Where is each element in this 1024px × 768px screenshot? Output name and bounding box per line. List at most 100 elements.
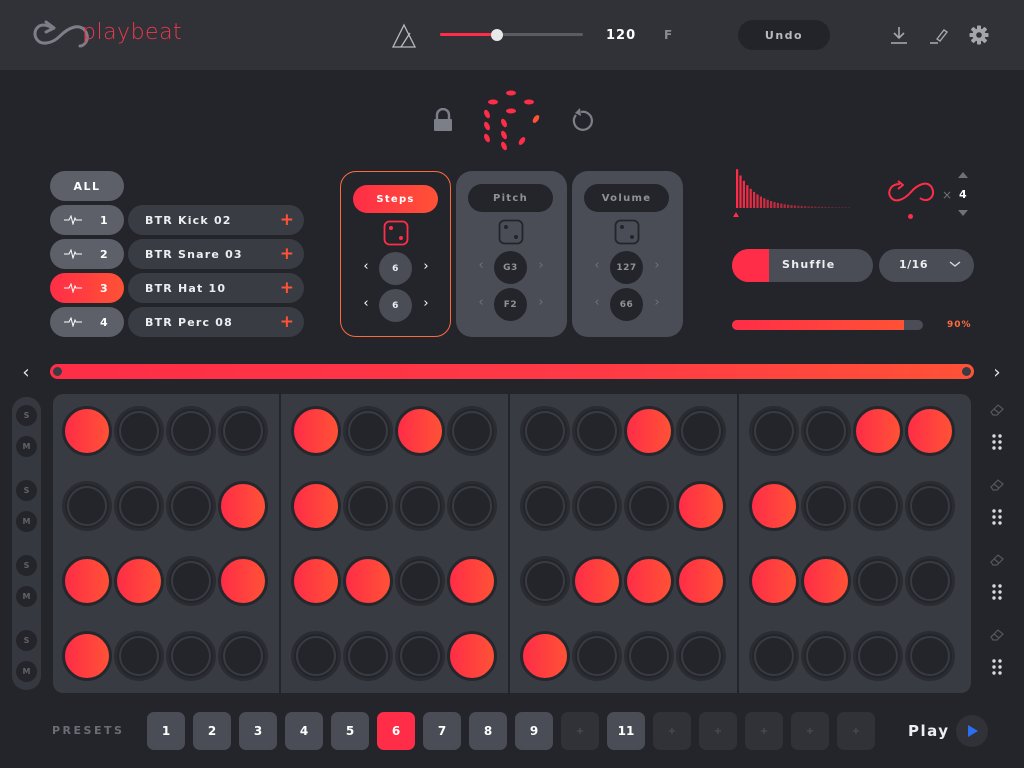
- eraser-icon[interactable]: [989, 478, 1005, 492]
- step-pad-r2-s8[interactable]: [447, 481, 497, 531]
- randomize-dice-icon[interactable]: [614, 219, 640, 245]
- step-pad-r2-s11[interactable]: [624, 481, 674, 531]
- param-value[interactable]: 66: [610, 288, 643, 321]
- param-tab-pitch[interactable]: Pitch: [468, 184, 553, 212]
- step-pad-r4-s5[interactable]: [291, 631, 341, 681]
- step-pad-r4-s6[interactable]: [343, 631, 393, 681]
- step-pad-r4-s11[interactable]: [624, 631, 674, 681]
- increment-arrow[interactable]: ›: [534, 258, 548, 273]
- eraser-icon[interactable]: [989, 403, 1005, 417]
- step-pad-r4-s16[interactable]: [905, 631, 955, 681]
- preset-empty-slot[interactable]: +: [791, 712, 829, 750]
- preset-empty-slot[interactable]: +: [837, 712, 875, 750]
- step-pad-r3-s4[interactable]: [218, 556, 268, 606]
- step-pad-r1-s2[interactable]: [114, 406, 164, 456]
- step-pad-r4-s15[interactable]: [853, 631, 903, 681]
- eraser-icon[interactable]: [989, 553, 1005, 567]
- preset-empty-slot[interactable]: +: [561, 712, 599, 750]
- decrement-arrow[interactable]: ‹: [590, 295, 604, 310]
- step-pad-r1-s10[interactable]: [572, 406, 622, 456]
- step-pad-r1-s8[interactable]: [447, 406, 497, 456]
- step-pad-r1-s6[interactable]: [343, 406, 393, 456]
- preset-button-2[interactable]: 2: [193, 712, 231, 750]
- decrement-arrow[interactable]: ‹: [359, 259, 373, 274]
- scroll-handle-start[interactable]: [53, 367, 62, 376]
- preset-button-6[interactable]: 6: [377, 712, 415, 750]
- lock-icon[interactable]: [432, 108, 454, 132]
- step-pad-r2-s9[interactable]: [520, 481, 570, 531]
- step-pad-r1-s5[interactable]: [291, 406, 341, 456]
- step-pad-r2-s16[interactable]: [905, 481, 955, 531]
- step-pad-r4-s13[interactable]: [749, 631, 799, 681]
- step-pad-r3-s11[interactable]: [624, 556, 674, 606]
- play-button[interactable]: [956, 715, 988, 747]
- add-sample-button[interactable]: +: [280, 210, 294, 230]
- add-sample-button[interactable]: +: [280, 312, 294, 332]
- pattern-scroll-bar[interactable]: [50, 364, 974, 379]
- undo-button[interactable]: Undo: [738, 20, 830, 50]
- param-value[interactable]: G3: [494, 251, 527, 284]
- preset-button-8[interactable]: 8: [469, 712, 507, 750]
- all-tracks-button[interactable]: ALL: [50, 171, 124, 201]
- loop-icon[interactable]: [886, 180, 936, 204]
- step-pad-r2-s14[interactable]: [801, 481, 851, 531]
- preset-empty-slot[interactable]: +: [745, 712, 783, 750]
- step-pad-r2-s15[interactable]: [853, 481, 903, 531]
- step-pad-r3-s10[interactable]: [572, 556, 622, 606]
- step-pad-r1-s13[interactable]: [749, 406, 799, 456]
- envelope-display[interactable]: [730, 165, 850, 217]
- step-pad-r1-s16[interactable]: [905, 406, 955, 456]
- drag-handle-icon[interactable]: [991, 583, 1003, 601]
- track-select-1[interactable]: 1: [50, 205, 124, 235]
- preset-button-1[interactable]: 1: [147, 712, 185, 750]
- solo-button-track-4[interactable]: S: [16, 630, 37, 651]
- mute-button-track-3[interactable]: M: [16, 586, 37, 607]
- step-pad-r2-s2[interactable]: [114, 481, 164, 531]
- shuffle-button[interactable]: Shuffle: [732, 249, 873, 282]
- increment-arrow[interactable]: ›: [650, 295, 664, 310]
- step-pad-r1-s7[interactable]: [395, 406, 445, 456]
- solo-button-track-1[interactable]: S: [16, 405, 37, 426]
- track-select-4[interactable]: 4: [50, 307, 124, 337]
- step-pad-r1-s3[interactable]: [166, 406, 216, 456]
- step-pad-r2-s6[interactable]: [343, 481, 393, 531]
- key-selector[interactable]: F: [664, 28, 672, 42]
- mute-button-track-1[interactable]: M: [16, 436, 37, 457]
- preset-empty-slot[interactable]: +: [653, 712, 691, 750]
- track-select-3[interactable]: 3: [50, 273, 124, 303]
- decrement-arrow[interactable]: ‹: [474, 295, 488, 310]
- step-pad-r2-s3[interactable]: [166, 481, 216, 531]
- drag-handle-icon[interactable]: [991, 508, 1003, 526]
- preset-button-9[interactable]: 9: [515, 712, 553, 750]
- track-sample-1[interactable]: BTR Kick 02 +: [128, 205, 304, 235]
- step-pad-r2-s7[interactable]: [395, 481, 445, 531]
- step-pad-r2-s12[interactable]: [676, 481, 726, 531]
- step-pad-r2-s10[interactable]: [572, 481, 622, 531]
- step-pad-r3-s7[interactable]: [395, 556, 445, 606]
- drag-handle-icon[interactable]: [991, 658, 1003, 676]
- track-sample-4[interactable]: BTR Perc 08 +: [128, 307, 304, 337]
- step-pad-r3-s2[interactable]: [114, 556, 164, 606]
- pattern-prev-arrow[interactable]: ‹: [19, 362, 33, 383]
- solo-button-track-2[interactable]: S: [16, 480, 37, 501]
- preset-button-11[interactable]: 11: [607, 712, 645, 750]
- increment-arrow[interactable]: ›: [419, 259, 433, 274]
- preset-button-5[interactable]: 5: [331, 712, 369, 750]
- param-tab-volume[interactable]: Volume: [584, 184, 669, 212]
- tempo-slider[interactable]: [440, 29, 583, 41]
- step-pad-r4-s3[interactable]: [166, 631, 216, 681]
- decrement-arrow[interactable]: ‹: [359, 296, 373, 311]
- step-pad-r4-s9[interactable]: [520, 631, 570, 681]
- step-pad-r3-s1[interactable]: [62, 556, 112, 606]
- gear-icon[interactable]: [968, 24, 990, 46]
- randomize-dice-icon[interactable]: [383, 220, 409, 246]
- step-pad-r2-s1[interactable]: [62, 481, 112, 531]
- preset-button-4[interactable]: 4: [285, 712, 323, 750]
- step-pad-r3-s13[interactable]: [749, 556, 799, 606]
- increment-arrow[interactable]: ›: [650, 258, 664, 273]
- step-pad-r2-s13[interactable]: [749, 481, 799, 531]
- step-division-select[interactable]: 1/16: [879, 249, 974, 282]
- step-pad-r4-s14[interactable]: [801, 631, 851, 681]
- step-pad-r4-s8[interactable]: [447, 631, 497, 681]
- step-pad-r3-s5[interactable]: [291, 556, 341, 606]
